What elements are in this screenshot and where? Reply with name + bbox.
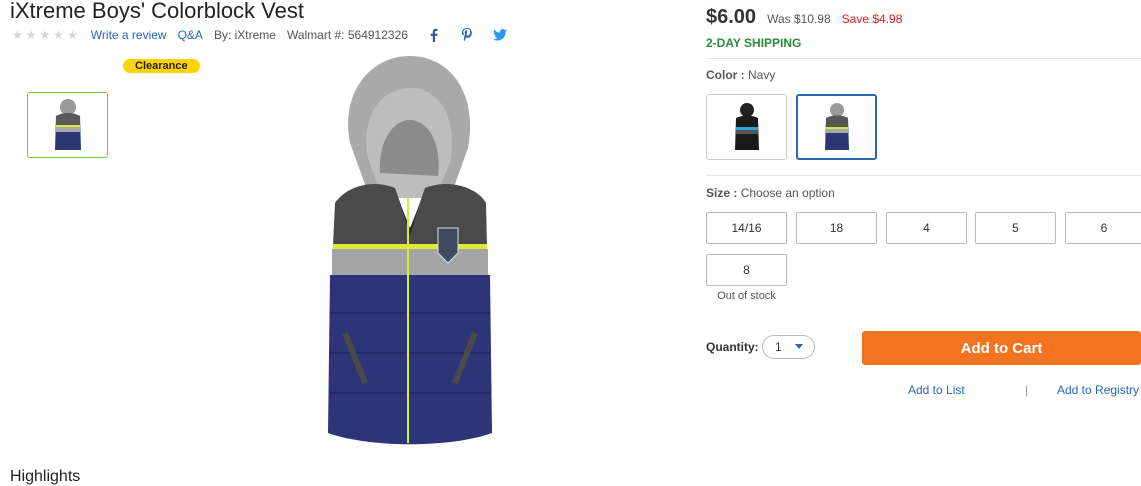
size-placeholder: Choose an option	[740, 186, 835, 200]
clearance-badge: Clearance	[123, 59, 200, 73]
quantity-value: 1	[775, 340, 782, 354]
rating-stars[interactable]: ★★★★★	[12, 28, 81, 42]
color-swatch-black[interactable]	[706, 94, 787, 160]
size-label: Size :	[706, 186, 738, 200]
color-label: Color :	[706, 68, 745, 82]
vest-thumbnail-image	[54, 99, 81, 150]
color-swatch-navy[interactable]	[796, 94, 877, 160]
size-option-8[interactable]: 8	[706, 254, 787, 286]
chevron-down-icon	[795, 344, 803, 349]
size-option-4[interactable]: 4	[886, 212, 967, 244]
add-to-registry-link[interactable]: Add to Registry	[1057, 383, 1139, 397]
shipping-badge: 2-DAY SHIPPING	[706, 36, 802, 50]
product-meta-row: ★★★★★ Write a review Q&A By: iXtreme Wal…	[12, 27, 525, 43]
add-to-cart-button[interactable]: Add to Cart	[862, 331, 1141, 365]
divider-line	[706, 175, 1141, 176]
navy-vest-swatch-image	[824, 103, 849, 150]
twitter-icon[interactable]	[492, 27, 508, 43]
brand-label: By: iXtreme	[214, 28, 276, 42]
divider-line	[706, 58, 1141, 59]
product-main-image	[328, 56, 492, 445]
size-option-18[interactable]: 18	[796, 212, 877, 244]
quantity-label: Quantity:	[706, 340, 759, 354]
product-title: iXtreme Boys' Colorblock Vest	[10, 0, 304, 23]
current-price: $6.00	[706, 6, 757, 28]
qa-link[interactable]: Q&A	[178, 28, 203, 42]
highlights-heading: Highlights	[10, 468, 81, 485]
size-option-6[interactable]: 6	[1065, 212, 1141, 244]
quantity-select[interactable]: 1	[762, 335, 815, 359]
walmart-number: Walmart #: 564912326	[286, 28, 408, 42]
add-to-list-link[interactable]: Add to List	[908, 383, 965, 397]
size-option-5[interactable]: 5	[975, 212, 1056, 244]
share-icons	[426, 27, 525, 43]
save-amount: Save $4.98	[841, 12, 903, 26]
color-selected-value: Navy	[748, 68, 776, 82]
black-vest-swatch-image	[734, 103, 759, 150]
size-label-row: Size : Choose an option	[706, 186, 835, 200]
size-option-14-16[interactable]: 14/16	[706, 212, 787, 244]
brand-text[interactable]: By: iXtreme	[214, 28, 276, 42]
image-thumbnail[interactable]	[27, 92, 108, 158]
price-block: $6.00 Was $10.98 Save $4.98	[706, 6, 902, 29]
pinterest-icon[interactable]	[459, 27, 475, 43]
out-of-stock-label: Out of stock	[717, 290, 776, 302]
link-divider: |	[1025, 383, 1029, 397]
facebook-icon[interactable]	[426, 27, 442, 43]
write-review-link[interactable]: Write a review	[91, 28, 167, 42]
color-label-row: Color : Navy	[706, 68, 775, 82]
was-price: Was $10.98	[767, 12, 831, 26]
